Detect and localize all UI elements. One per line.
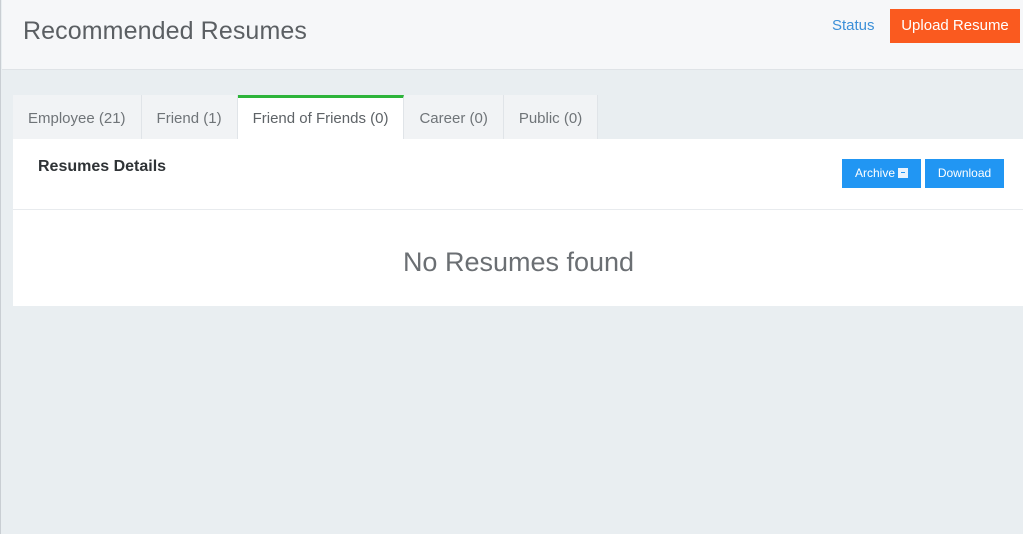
- upload-resume-button[interactable]: Upload Resume: [890, 9, 1020, 43]
- resume-tabs: Employee (21) Friend (1) Friend of Frien…: [13, 95, 599, 139]
- page-header: Recommended Resumes Status Upload Resume: [2, 0, 1023, 70]
- status-link[interactable]: Status: [832, 17, 875, 34]
- resumes-panel: Resumes Details Archive Download No Resu…: [13, 139, 1023, 306]
- tab-employee[interactable]: Employee (21): [13, 95, 142, 139]
- tab-public[interactable]: Public (0): [503, 95, 599, 139]
- tab-friend-of-friends[interactable]: Friend of Friends (0): [237, 95, 405, 139]
- panel-title: Resumes Details: [38, 158, 167, 175]
- archive-icon: [898, 168, 908, 178]
- empty-state-message: No Resumes found: [402, 247, 635, 277]
- panel-header: Resumes Details Archive Download: [13, 139, 1023, 210]
- tab-career[interactable]: Career (0): [404, 95, 504, 139]
- tab-friend[interactable]: Friend (1): [141, 95, 238, 139]
- page-title: Recommended Resumes: [23, 17, 307, 45]
- archive-button-label: Archive: [854, 166, 895, 180]
- archive-button[interactable]: Archive: [842, 159, 921, 188]
- app-frame: Recommended Resumes Status Upload Resume…: [0, 0, 1023, 534]
- download-button[interactable]: Download: [925, 159, 1004, 188]
